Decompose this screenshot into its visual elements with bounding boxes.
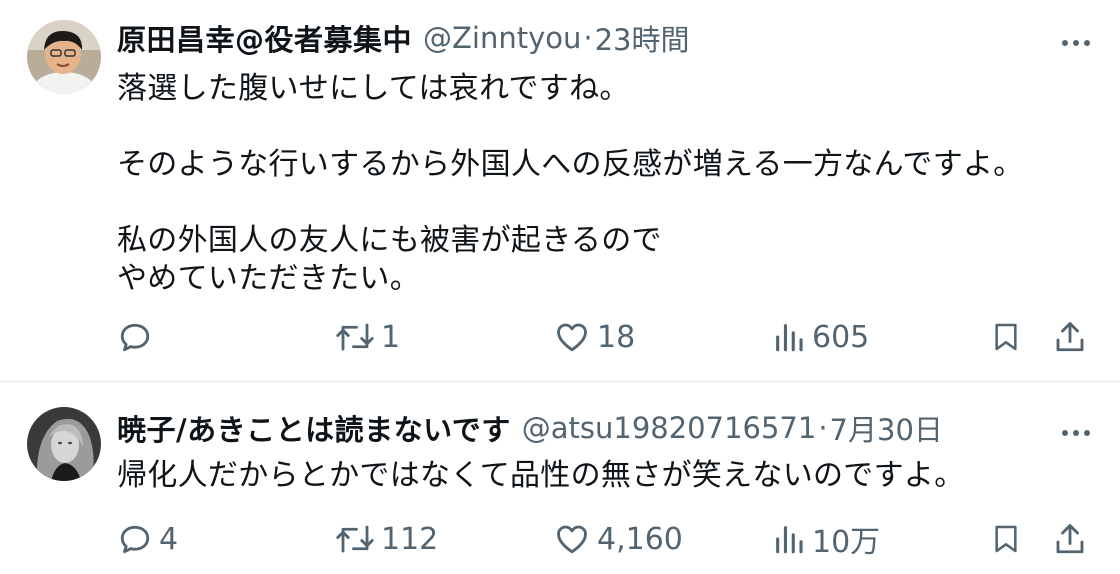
display-name[interactable]: 暁子/あきことは読まないです [117, 407, 511, 449]
tweet[interactable]: 原田昌幸@役者募集中 @Zinntyou · 23時間 落選した腹いせにしては哀… [0, 0, 1120, 380]
reply-icon [120, 323, 150, 352]
user-handle[interactable]: @atsu19820716571 [522, 411, 817, 445]
views-button[interactable]: 605 [772, 317, 869, 357]
bookmark-icon [995, 525, 1017, 553]
tweet-text: 帰化人だからとかではなくて品性の無さが笑えないのですよ。 [117, 458, 965, 493]
like-button[interactable]: 18 [553, 317, 635, 357]
like-button[interactable]: 4,160 [553, 519, 683, 559]
share-icon [1056, 322, 1084, 352]
avatar[interactable] [27, 407, 101, 481]
like-count: 18 [597, 319, 636, 355]
views-icon [776, 324, 803, 352]
tweet-header: 原田昌幸@役者募集中 @Zinntyou · 23時間 [117, 18, 689, 58]
share-button[interactable] [1052, 317, 1088, 357]
more-icon[interactable] [1062, 430, 1090, 436]
share-icon [1056, 524, 1084, 554]
heart-icon [557, 323, 587, 352]
avatar[interactable] [27, 20, 101, 94]
timestamp[interactable]: 7月30日 [830, 407, 943, 449]
separator: · [818, 411, 828, 445]
reply-icon [120, 525, 150, 554]
tweet-header: 暁子/あきことは読まないです @atsu19820716571 · 7月30日 [117, 408, 943, 448]
view-count: 10万 [812, 525, 881, 560]
tweet[interactable]: 暁子/あきことは読まないです @atsu19820716571 · 7月30日 … [0, 383, 1120, 574]
share-button[interactable] [1052, 519, 1088, 559]
view-count: 605 [812, 319, 870, 355]
reply-count: 4 [159, 521, 179, 557]
tweet-text: 落選した腹いせにしては哀れですね。 そのような行いするから外国人への反感が増える… [117, 71, 1024, 296]
retweet-count: 112 [381, 521, 439, 557]
reply-button[interactable] [117, 317, 159, 357]
action-bar: 4 112 4,160 10万 [117, 519, 1092, 560]
heart-icon [557, 525, 587, 554]
bookmark-button[interactable] [990, 317, 1022, 357]
retweet-icon [336, 525, 374, 553]
action-bar: 1 18 605 [117, 317, 1092, 357]
bookmark-button[interactable] [990, 519, 1022, 559]
bookmark-icon [995, 323, 1017, 351]
display-name[interactable]: 原田昌幸@役者募集中 [117, 17, 412, 59]
like-count: 4,160 [597, 521, 683, 557]
views-button[interactable]: 10万 [772, 519, 881, 560]
reply-button[interactable]: 4 [117, 519, 178, 559]
retweet-icon [336, 323, 374, 351]
views-icon [776, 526, 803, 554]
user-handle[interactable]: @Zinntyou [423, 21, 581, 55]
more-icon[interactable] [1062, 40, 1090, 46]
retweet-count: 1 [381, 319, 401, 355]
timestamp[interactable]: 23時間 [595, 17, 690, 59]
retweet-button[interactable]: 1 [335, 317, 400, 357]
separator: · [583, 21, 593, 55]
retweet-button[interactable]: 112 [335, 519, 438, 559]
